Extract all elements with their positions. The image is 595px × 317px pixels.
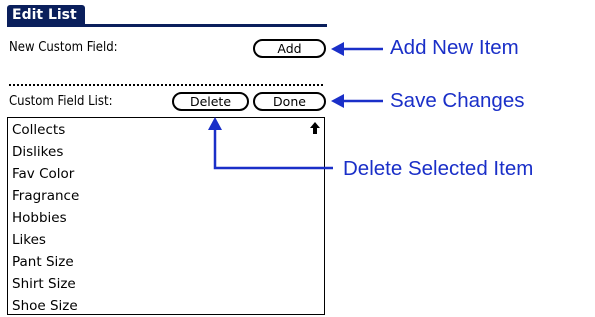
arrow-head-icon [331, 94, 344, 108]
annotation-add-new-item: Add New Item [390, 36, 519, 59]
arrow-head-icon [208, 117, 222, 130]
annotation-save-changes: Save Changes [390, 89, 525, 112]
arrow-head-icon [331, 42, 344, 56]
annotation-delete-selected-item: Delete Selected Item [343, 157, 534, 180]
